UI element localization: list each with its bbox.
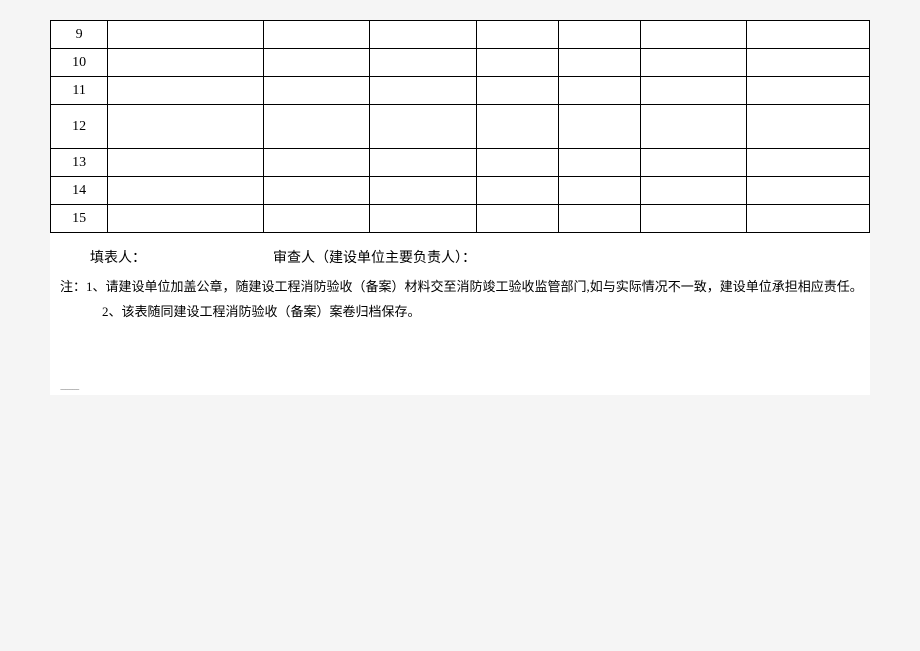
signature-line: 填表人： 审查人（建设单位主要负责人）：: [90, 247, 870, 267]
row-number-cell: 15: [51, 205, 108, 233]
table-cell: [370, 49, 476, 77]
table-cell: [476, 21, 558, 49]
table-cell: [263, 205, 369, 233]
table-cell: [370, 177, 476, 205]
table-cell: [558, 49, 640, 77]
table-cell: [263, 177, 369, 205]
page-divider: --------: [60, 384, 870, 395]
table-cell: [263, 105, 369, 149]
table-cell: [476, 205, 558, 233]
table-cell: [108, 21, 264, 49]
table-cell: [263, 21, 369, 49]
table-row: 11: [51, 77, 870, 105]
table-cell: [108, 149, 264, 177]
footer-block: 填表人： 审查人（建设单位主要负责人）： 注：1、请建设单位加盖公章，随建设工程…: [50, 247, 870, 395]
table-cell: [558, 177, 640, 205]
row-number-cell: 11: [51, 77, 108, 105]
table-cell: [476, 177, 558, 205]
filler-label: 填表人：: [90, 251, 146, 266]
table-cell: [747, 77, 870, 105]
table-cell: [747, 105, 870, 149]
table-row: 12: [51, 105, 870, 149]
table-cell: [558, 205, 640, 233]
table-cell: [370, 205, 476, 233]
table-cell: [476, 149, 558, 177]
table-cell: [640, 177, 746, 205]
table-cell: [108, 105, 264, 149]
table-cell: [558, 21, 640, 49]
note-item-2: 2、该表随同建设工程消防验收（备案）案卷归档保存。: [60, 300, 870, 325]
table-cell: [747, 149, 870, 177]
table-cell: [370, 77, 476, 105]
table-cell: [640, 149, 746, 177]
table-row: 13: [51, 149, 870, 177]
notes-block: 注：1、请建设单位加盖公章，随建设工程消防验收（备案）材料交至消防竣工验收监管部…: [60, 275, 870, 324]
table-cell: [747, 177, 870, 205]
row-number-cell: 12: [51, 105, 108, 149]
table-cell: [108, 49, 264, 77]
table-cell: [558, 77, 640, 105]
table-cell: [747, 205, 870, 233]
table-row: 15: [51, 205, 870, 233]
table-cell: [747, 21, 870, 49]
row-number-cell: 13: [51, 149, 108, 177]
table-cell: [640, 49, 746, 77]
table-cell: [558, 149, 640, 177]
table-cell: [263, 149, 369, 177]
note-item-1: 1、请建设单位加盖公章，随建设工程消防验收（备案）材料交至消防竣工验收监管部门,…: [86, 279, 863, 294]
table-cell: [476, 105, 558, 149]
table-row: 9: [51, 21, 870, 49]
table-row: 10: [51, 49, 870, 77]
notes-prefix: 注：: [60, 279, 86, 294]
table-cell: [370, 149, 476, 177]
table-cell: [640, 105, 746, 149]
table-row: 14: [51, 177, 870, 205]
table-cell: [263, 49, 369, 77]
table-cell: [108, 177, 264, 205]
row-number-cell: 9: [51, 21, 108, 49]
table-cell: [108, 77, 264, 105]
table-cell: [476, 49, 558, 77]
table-cell: [263, 77, 369, 105]
row-number-cell: 10: [51, 49, 108, 77]
document-page: 9101112131415 填表人： 审查人（建设单位主要负责人）： 注：1、请…: [50, 20, 870, 395]
row-number-cell: 14: [51, 177, 108, 205]
table-cell: [370, 21, 476, 49]
table-cell: [370, 105, 476, 149]
reviewer-label: 审查人（建设单位主要负责人）：: [273, 251, 476, 266]
data-table: 9101112131415: [50, 20, 870, 233]
table-cell: [747, 49, 870, 77]
table-cell: [558, 105, 640, 149]
table-cell: [640, 77, 746, 105]
table-cell: [476, 77, 558, 105]
table-cell: [640, 205, 746, 233]
table-cell: [108, 205, 264, 233]
table-cell: [640, 21, 746, 49]
